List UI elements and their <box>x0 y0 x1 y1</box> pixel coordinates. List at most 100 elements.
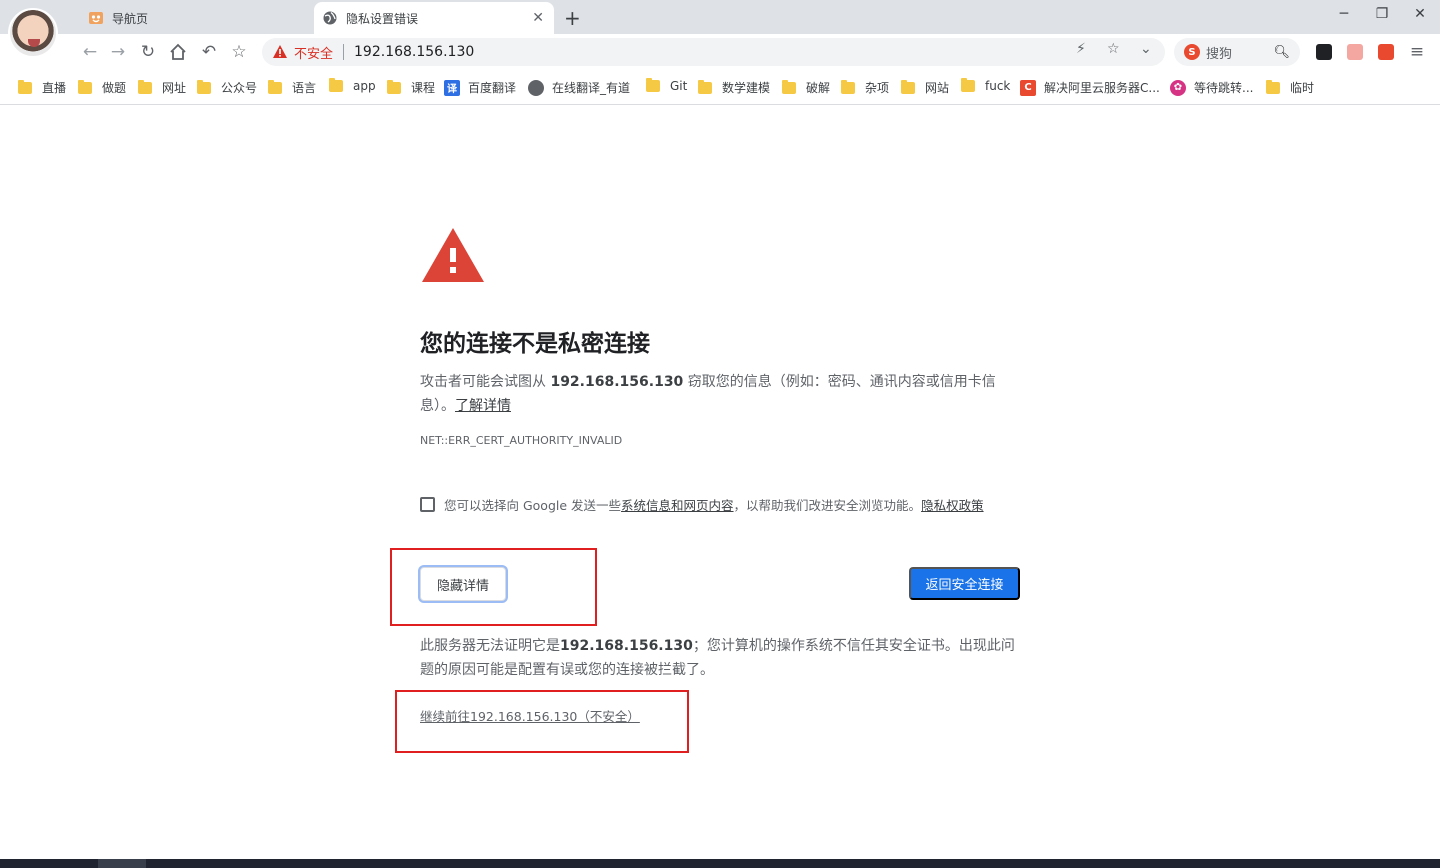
bookmark-item[interactable]: 临时 <box>1266 79 1314 96</box>
bookmark-label: 课程 <box>411 81 436 95</box>
security-label[interactable]: 不安全 <box>294 43 333 62</box>
bookmark-item[interactable]: 网站 <box>901 79 949 96</box>
taskbar-item[interactable] <box>98 859 146 868</box>
bookmark-item[interactable]: 直播 <box>18 79 66 96</box>
details-paragraph: 此服务器无法证明它是192.168.156.130；您计算机的操作系统不信任其安… <box>420 634 1020 682</box>
folder-icon <box>197 79 211 94</box>
bookmark-label: 杂项 <box>865 81 890 95</box>
taskbar <box>0 859 1440 868</box>
chevron-down-icon[interactable]: ⌄ <box>1140 41 1152 57</box>
bookmark-item[interactable]: 网址 <box>138 79 186 96</box>
optin-text: ，以帮助我们改进安全浏览功能。 <box>733 498 922 513</box>
privacy-policy-link[interactable]: 隐私权政策 <box>921 495 984 514</box>
folder-icon <box>782 79 796 94</box>
minimize-icon[interactable]: ─ <box>1334 6 1354 22</box>
tab-navigation[interactable]: 导航页 <box>80 2 310 34</box>
details-text: 此服务器无法证明它是 <box>420 638 560 654</box>
warning-icon <box>272 44 288 60</box>
hide-details-button[interactable]: 隐藏详情 <box>420 567 506 601</box>
bookmark-label: 语言 <box>292 81 317 95</box>
avatar[interactable] <box>8 8 58 58</box>
baidu-translate-icon: 译 <box>444 79 460 96</box>
bookmark-item[interactable]: 杂项 <box>841 79 889 96</box>
bookmark-item[interactable]: 数学建模 <box>698 79 770 96</box>
extension-icon[interactable] <box>1347 44 1363 60</box>
folder-icon <box>901 79 915 94</box>
extension-icon[interactable] <box>1316 44 1332 60</box>
forward-icon[interactable]: → <box>106 40 130 64</box>
home-icon[interactable] <box>166 40 190 64</box>
bookmark-label: 临时 <box>1290 81 1315 95</box>
folder-icon <box>329 78 343 92</box>
csdn-icon: C <box>1020 79 1036 96</box>
url-text[interactable]: 192.168.156.130 <box>354 44 474 60</box>
bookmark-star-icon[interactable]: ☆ <box>227 40 251 64</box>
undo-close-tab-icon[interactable]: ↶ <box>197 40 221 64</box>
host-name: 192.168.156.130 <box>560 638 693 654</box>
folder-icon <box>1266 79 1280 94</box>
toolbar: ← → ↻ ↶ ☆ 不安全 192.168.156.130 ⚡ ☆ ⌄ S 搜狗… <box>0 34 1440 70</box>
folder-icon <box>698 79 712 94</box>
learn-more-link[interactable]: 了解详情 <box>455 398 511 414</box>
title-bar: 导航页 隐私设置错误 ✕ + ─ ❐ ✕ <box>0 0 1440 34</box>
bookmark-label: 解决阿里云服务器C... <box>1044 81 1160 95</box>
proceed-unsafe-link[interactable]: 继续前往192.168.156.130（不安全） <box>420 706 640 725</box>
back-to-safety-button[interactable]: 返回安全连接 <box>909 567 1020 600</box>
bookmark-item[interactable]: 语言 <box>268 79 316 96</box>
optin-checkbox[interactable] <box>420 497 435 512</box>
restore-icon[interactable]: ❐ <box>1372 6 1392 22</box>
bookmark-label: Git <box>670 79 688 93</box>
bookmark-label: app <box>353 79 376 93</box>
address-bar[interactable]: 不安全 192.168.156.130 <box>262 38 1165 66</box>
folder-icon <box>841 79 855 94</box>
bookmark-label: 做题 <box>102 81 127 95</box>
folder-icon <box>961 78 975 92</box>
search-box[interactable]: S 搜狗 🔍︎ <box>1174 38 1300 66</box>
bookmark-item[interactable]: C 解决阿里云服务器C... <box>1020 79 1160 96</box>
globe-icon <box>528 79 544 96</box>
new-tab-icon[interactable]: + <box>564 6 581 30</box>
system-info-link[interactable]: 系统信息和网页内容 <box>621 495 734 514</box>
reload-icon[interactable]: ↻ <box>136 40 160 64</box>
folder-icon <box>138 79 152 94</box>
bookmark-label: 直播 <box>42 81 67 95</box>
tab-title: 隐私设置错误 <box>346 11 419 26</box>
folder-icon <box>268 79 282 94</box>
bookmark-item[interactable]: 公众号 <box>197 79 257 96</box>
bookmark-item[interactable]: 译百度翻译 <box>444 79 516 96</box>
menu-icon[interactable]: ≡ <box>1405 40 1429 64</box>
bookmark-item[interactable]: Git <box>646 78 688 93</box>
optin-text: 您可以选择向 Google 发送一些 <box>444 498 622 513</box>
bookmark-item[interactable]: app <box>329 78 376 93</box>
bookmark-item[interactable]: ✿ 等待跳转... <box>1170 79 1253 96</box>
bookmark-label: 网址 <box>162 81 187 95</box>
search-placeholder: 搜狗 <box>1206 46 1233 62</box>
bookmark-item[interactable]: 破解 <box>782 79 830 96</box>
folder-icon <box>18 79 32 94</box>
page-title: 您的连接不是私密连接 <box>420 331 650 357</box>
close-tab-icon[interactable]: ✕ <box>532 10 544 26</box>
bookmark-label: 网站 <box>925 81 950 95</box>
sogou-icon: S <box>1184 44 1200 60</box>
star-icon[interactable]: ☆ <box>1107 41 1120 57</box>
flower-icon: ✿ <box>1170 79 1186 96</box>
bookmark-item[interactable]: 做题 <box>78 79 126 96</box>
back-icon[interactable]: ← <box>78 40 102 64</box>
folder-icon <box>387 79 401 94</box>
error-code: NET::ERR_CERT_AUTHORITY_INVALID <box>420 434 623 447</box>
bookmark-item[interactable]: 课程 <box>387 79 435 96</box>
tab-privacy-error[interactable]: 隐私设置错误 ✕ <box>314 2 554 34</box>
globe-icon <box>322 10 338 26</box>
bookmark-item[interactable]: fuck <box>961 78 1010 93</box>
host-name: 192.168.156.130 <box>550 374 684 390</box>
divider <box>343 44 345 60</box>
bookmark-label: 破解 <box>806 81 831 95</box>
bookmark-label: 百度翻译 <box>468 81 517 95</box>
bookmark-item[interactable]: 在线翻译_有道 <box>528 79 630 96</box>
lightning-icon[interactable]: ⚡ <box>1076 41 1086 57</box>
safe-browsing-optin: 您可以选择向 Google 发送一些 系统信息和网页内容 ，以帮助我们改进安全浏览功… <box>420 495 984 514</box>
close-window-icon[interactable]: ✕ <box>1410 6 1430 22</box>
pdf-extension-icon[interactable] <box>1378 44 1394 60</box>
bookmark-label: 在线翻译_有道 <box>552 81 631 95</box>
search-icon[interactable]: 🔍︎ <box>1273 45 1290 60</box>
